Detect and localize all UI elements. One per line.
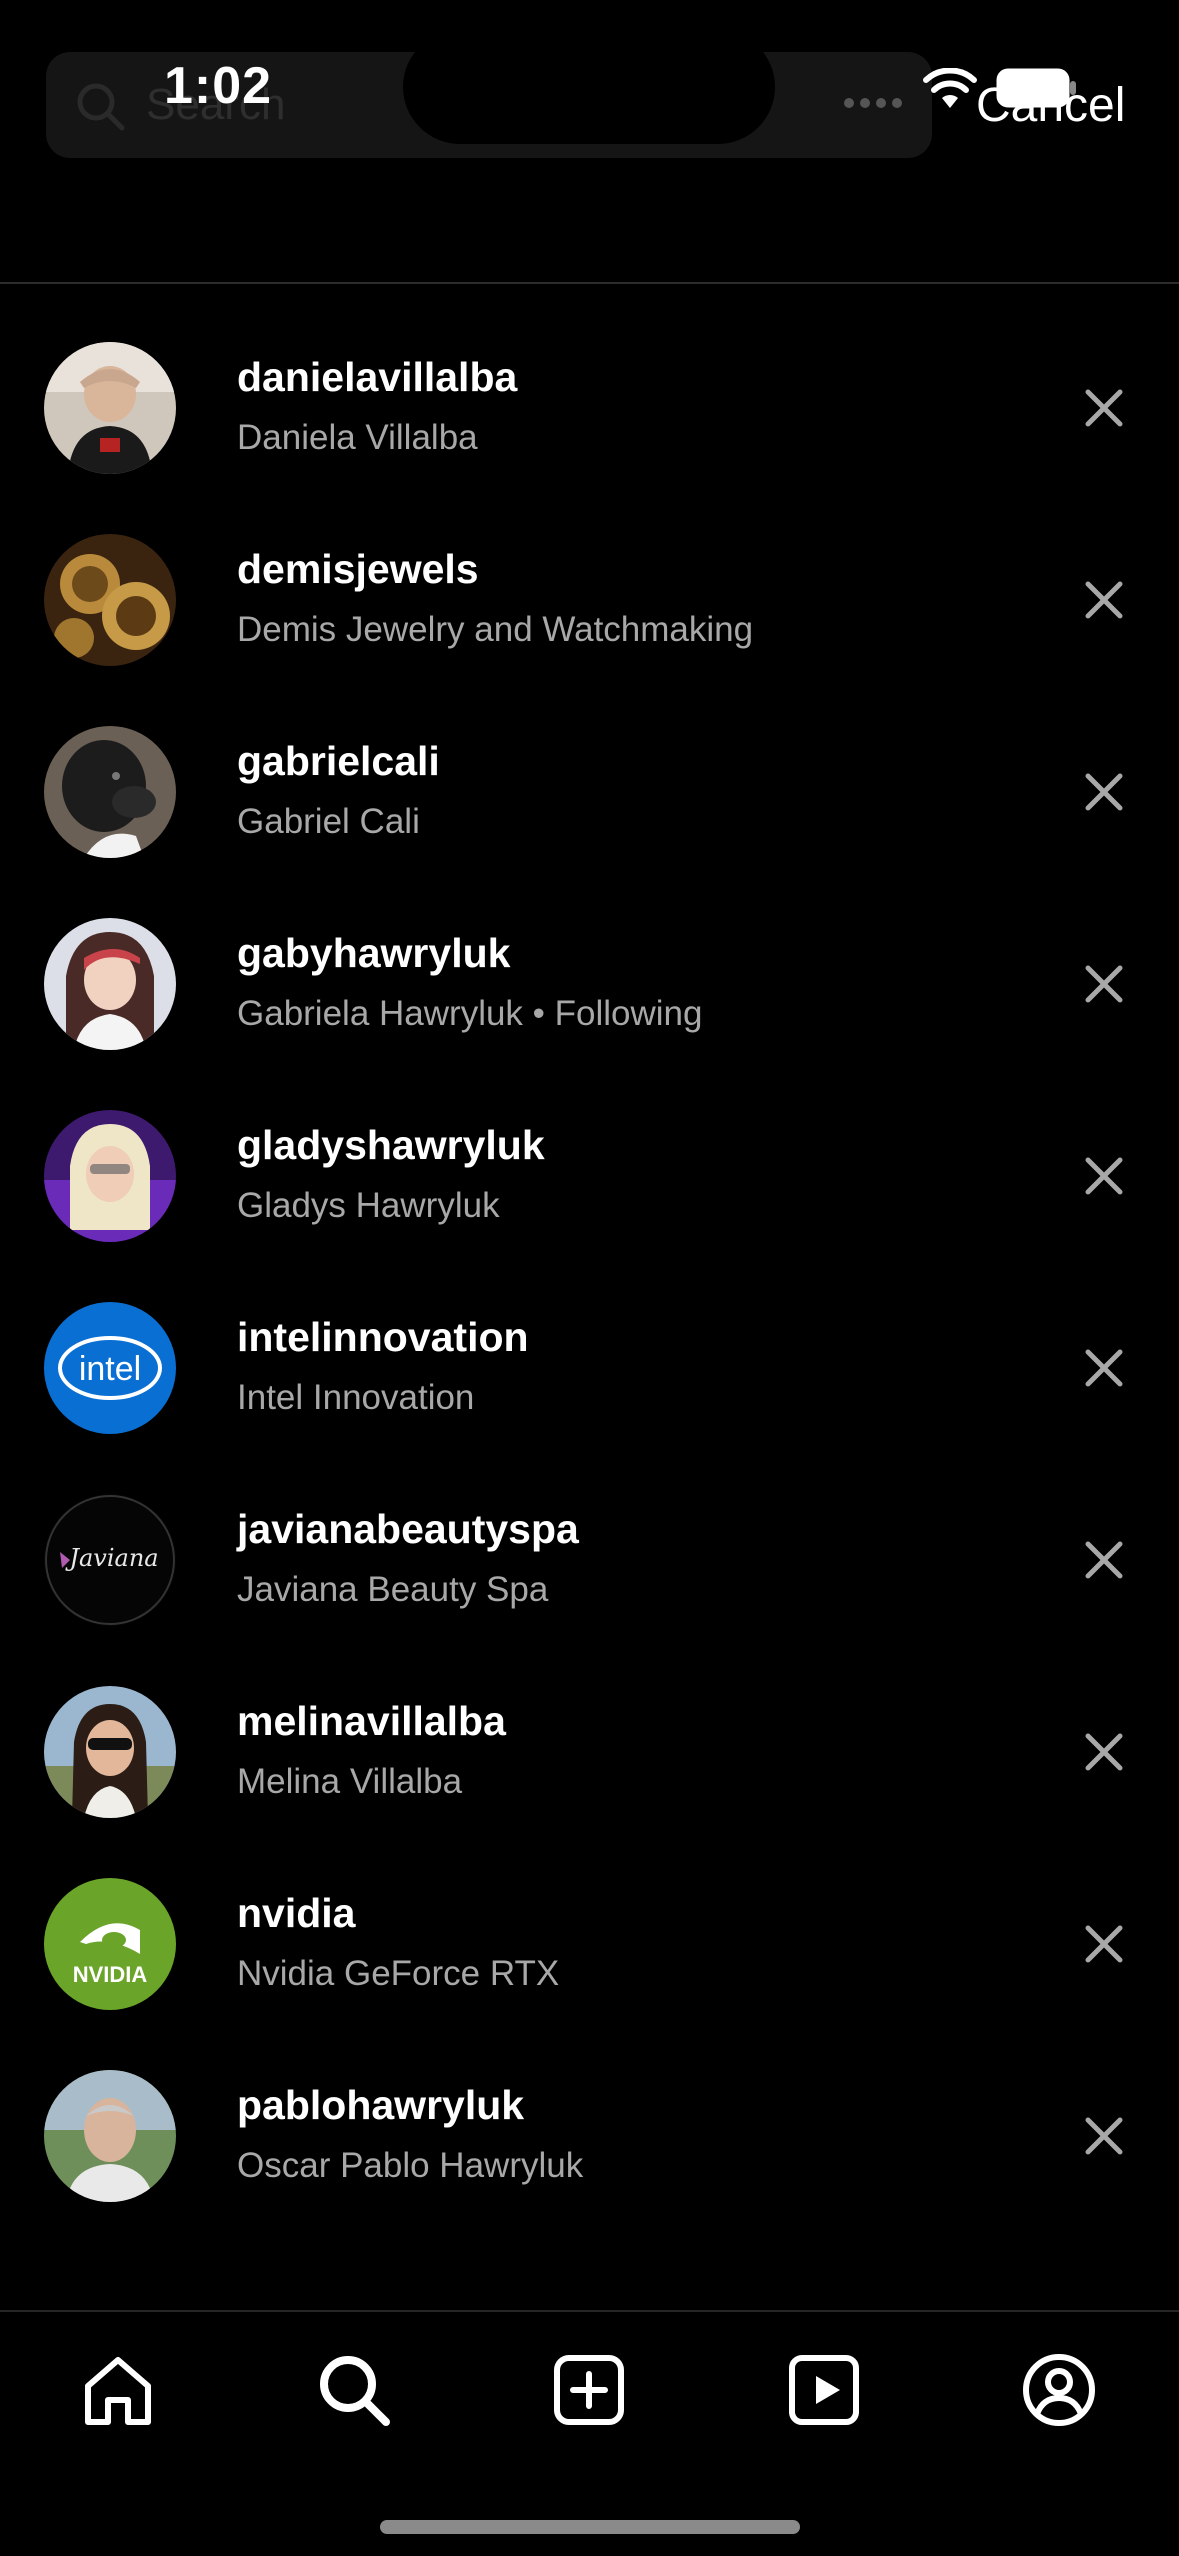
avatar [44, 534, 176, 666]
intel-logo: intel [44, 1302, 176, 1434]
cancel-button[interactable]: Cancel [976, 78, 1125, 134]
list-item[interactable]: Javiana javianabeautyspa Javiana Beauty … [0, 1442, 1179, 1634]
result-username: danielavillalba [237, 354, 518, 400]
profile-icon [1023, 2354, 1095, 2426]
list-item[interactable]: demisjewels Demis Jewelry and Watchmakin… [0, 482, 1179, 674]
list-item[interactable]: danielavillalba Daniela Villalba [0, 290, 1179, 482]
remove-result-button[interactable] [1078, 1726, 1130, 1778]
result-fullname: Gabriela Hawryluk • Following [237, 994, 703, 1033]
close-icon [1085, 1733, 1123, 1771]
header-divider [0, 282, 1179, 284]
tab-reels[interactable] [786, 2352, 862, 2428]
result-fullname: Oscar Pablo Hawryluk [237, 2146, 584, 2185]
avatar [44, 2070, 176, 2202]
result-fullname: Melina Villalba [237, 1762, 463, 1801]
list-item[interactable]: gabyhawryluk Gabriela Hawryluk • Followi… [0, 866, 1179, 1058]
close-icon [1085, 389, 1123, 427]
recent-searches-list: danielavillalba Daniela Villalba demisje… [0, 290, 1179, 2210]
close-icon [1085, 1349, 1123, 1387]
intel-logo-text: intel [79, 1350, 141, 1388]
remove-result-button[interactable] [1078, 958, 1130, 1010]
remove-result-button[interactable] [1078, 1342, 1130, 1394]
remove-result-button[interactable] [1078, 574, 1130, 626]
list-item[interactable]: gabrielcali Gabriel Cali [0, 674, 1179, 866]
list-item[interactable]: NVIDIA nvidia Nvidia GeForce RTX [0, 1826, 1179, 2018]
search-icon [77, 83, 125, 131]
javiana-logo-text: Javiana [64, 1544, 158, 1572]
reels-icon [789, 2355, 859, 2425]
tab-home[interactable] [80, 2352, 156, 2428]
dynamic-island [403, 30, 775, 144]
result-fullname: Gladys Hawryluk [237, 1186, 500, 1225]
remove-result-button[interactable] [1078, 1918, 1130, 1970]
avatar [44, 1686, 176, 1818]
result-fullname: Javiana Beauty Spa [237, 1570, 549, 1609]
result-fullname: Gabriel Cali [237, 802, 420, 841]
javiana-logo: Javiana [44, 1494, 176, 1626]
remove-result-button[interactable] [1078, 2110, 1130, 2162]
close-icon [1085, 581, 1123, 619]
result-fullname: Daniela Villalba [237, 418, 478, 457]
search-icon [320, 2356, 390, 2426]
list-item[interactable]: gladyshawryluk Gladys Hawryluk [0, 1058, 1179, 1250]
result-username: nvidia [237, 1890, 356, 1936]
plus-square-icon [554, 2355, 624, 2425]
list-item[interactable]: pablohawryluk Oscar Pablo Hawryluk [0, 2018, 1179, 2210]
close-icon [1085, 965, 1123, 1003]
close-icon [1085, 1157, 1123, 1195]
tab-profile[interactable] [1021, 2352, 1097, 2428]
close-icon [1085, 773, 1123, 811]
tab-bar-divider [0, 2310, 1179, 2312]
result-fullname: Intel Innovation [237, 1378, 475, 1417]
avatar [44, 918, 176, 1050]
result-username: javianabeautyspa [237, 1506, 579, 1552]
nvidia-logo: NVIDIA [44, 1878, 176, 2010]
result-fullname: Nvidia GeForce RTX [237, 1954, 560, 1993]
result-username: intelinnovation [237, 1314, 529, 1360]
result-username: demisjewels [237, 546, 479, 592]
result-username: gladyshawryluk [237, 1122, 545, 1168]
result-username: gabrielcali [237, 738, 440, 784]
close-icon [1085, 2117, 1123, 2155]
wifi-icon [923, 68, 977, 108]
close-icon [1085, 1541, 1123, 1579]
result-fullname: Demis Jewelry and Watchmaking [237, 610, 754, 649]
result-username: melinavillalba [237, 1698, 506, 1744]
avatar [44, 1110, 176, 1242]
remove-result-button[interactable] [1078, 1534, 1130, 1586]
tab-create[interactable] [551, 2352, 627, 2428]
home-indicator [380, 2520, 800, 2534]
result-username: pablohawryluk [237, 2082, 525, 2128]
avatar [44, 726, 176, 858]
avatar [44, 342, 176, 474]
remove-result-button[interactable] [1078, 766, 1130, 818]
list-item[interactable]: intel intelinnovation Intel Innovation [0, 1250, 1179, 1442]
home-icon [85, 2357, 151, 2425]
remove-result-button[interactable] [1078, 382, 1130, 434]
cellular-signal-icon [844, 98, 902, 108]
list-item[interactable]: melinavillalba Melina Villalba [0, 1634, 1179, 1826]
close-icon [1085, 1925, 1123, 1963]
tab-search[interactable] [316, 2352, 392, 2428]
status-time: 1:02 [164, 57, 273, 115]
nvidia-logo-text: NVIDIA [73, 1962, 148, 1987]
result-username: gabyhawryluk [237, 930, 511, 976]
remove-result-button[interactable] [1078, 1150, 1130, 1202]
